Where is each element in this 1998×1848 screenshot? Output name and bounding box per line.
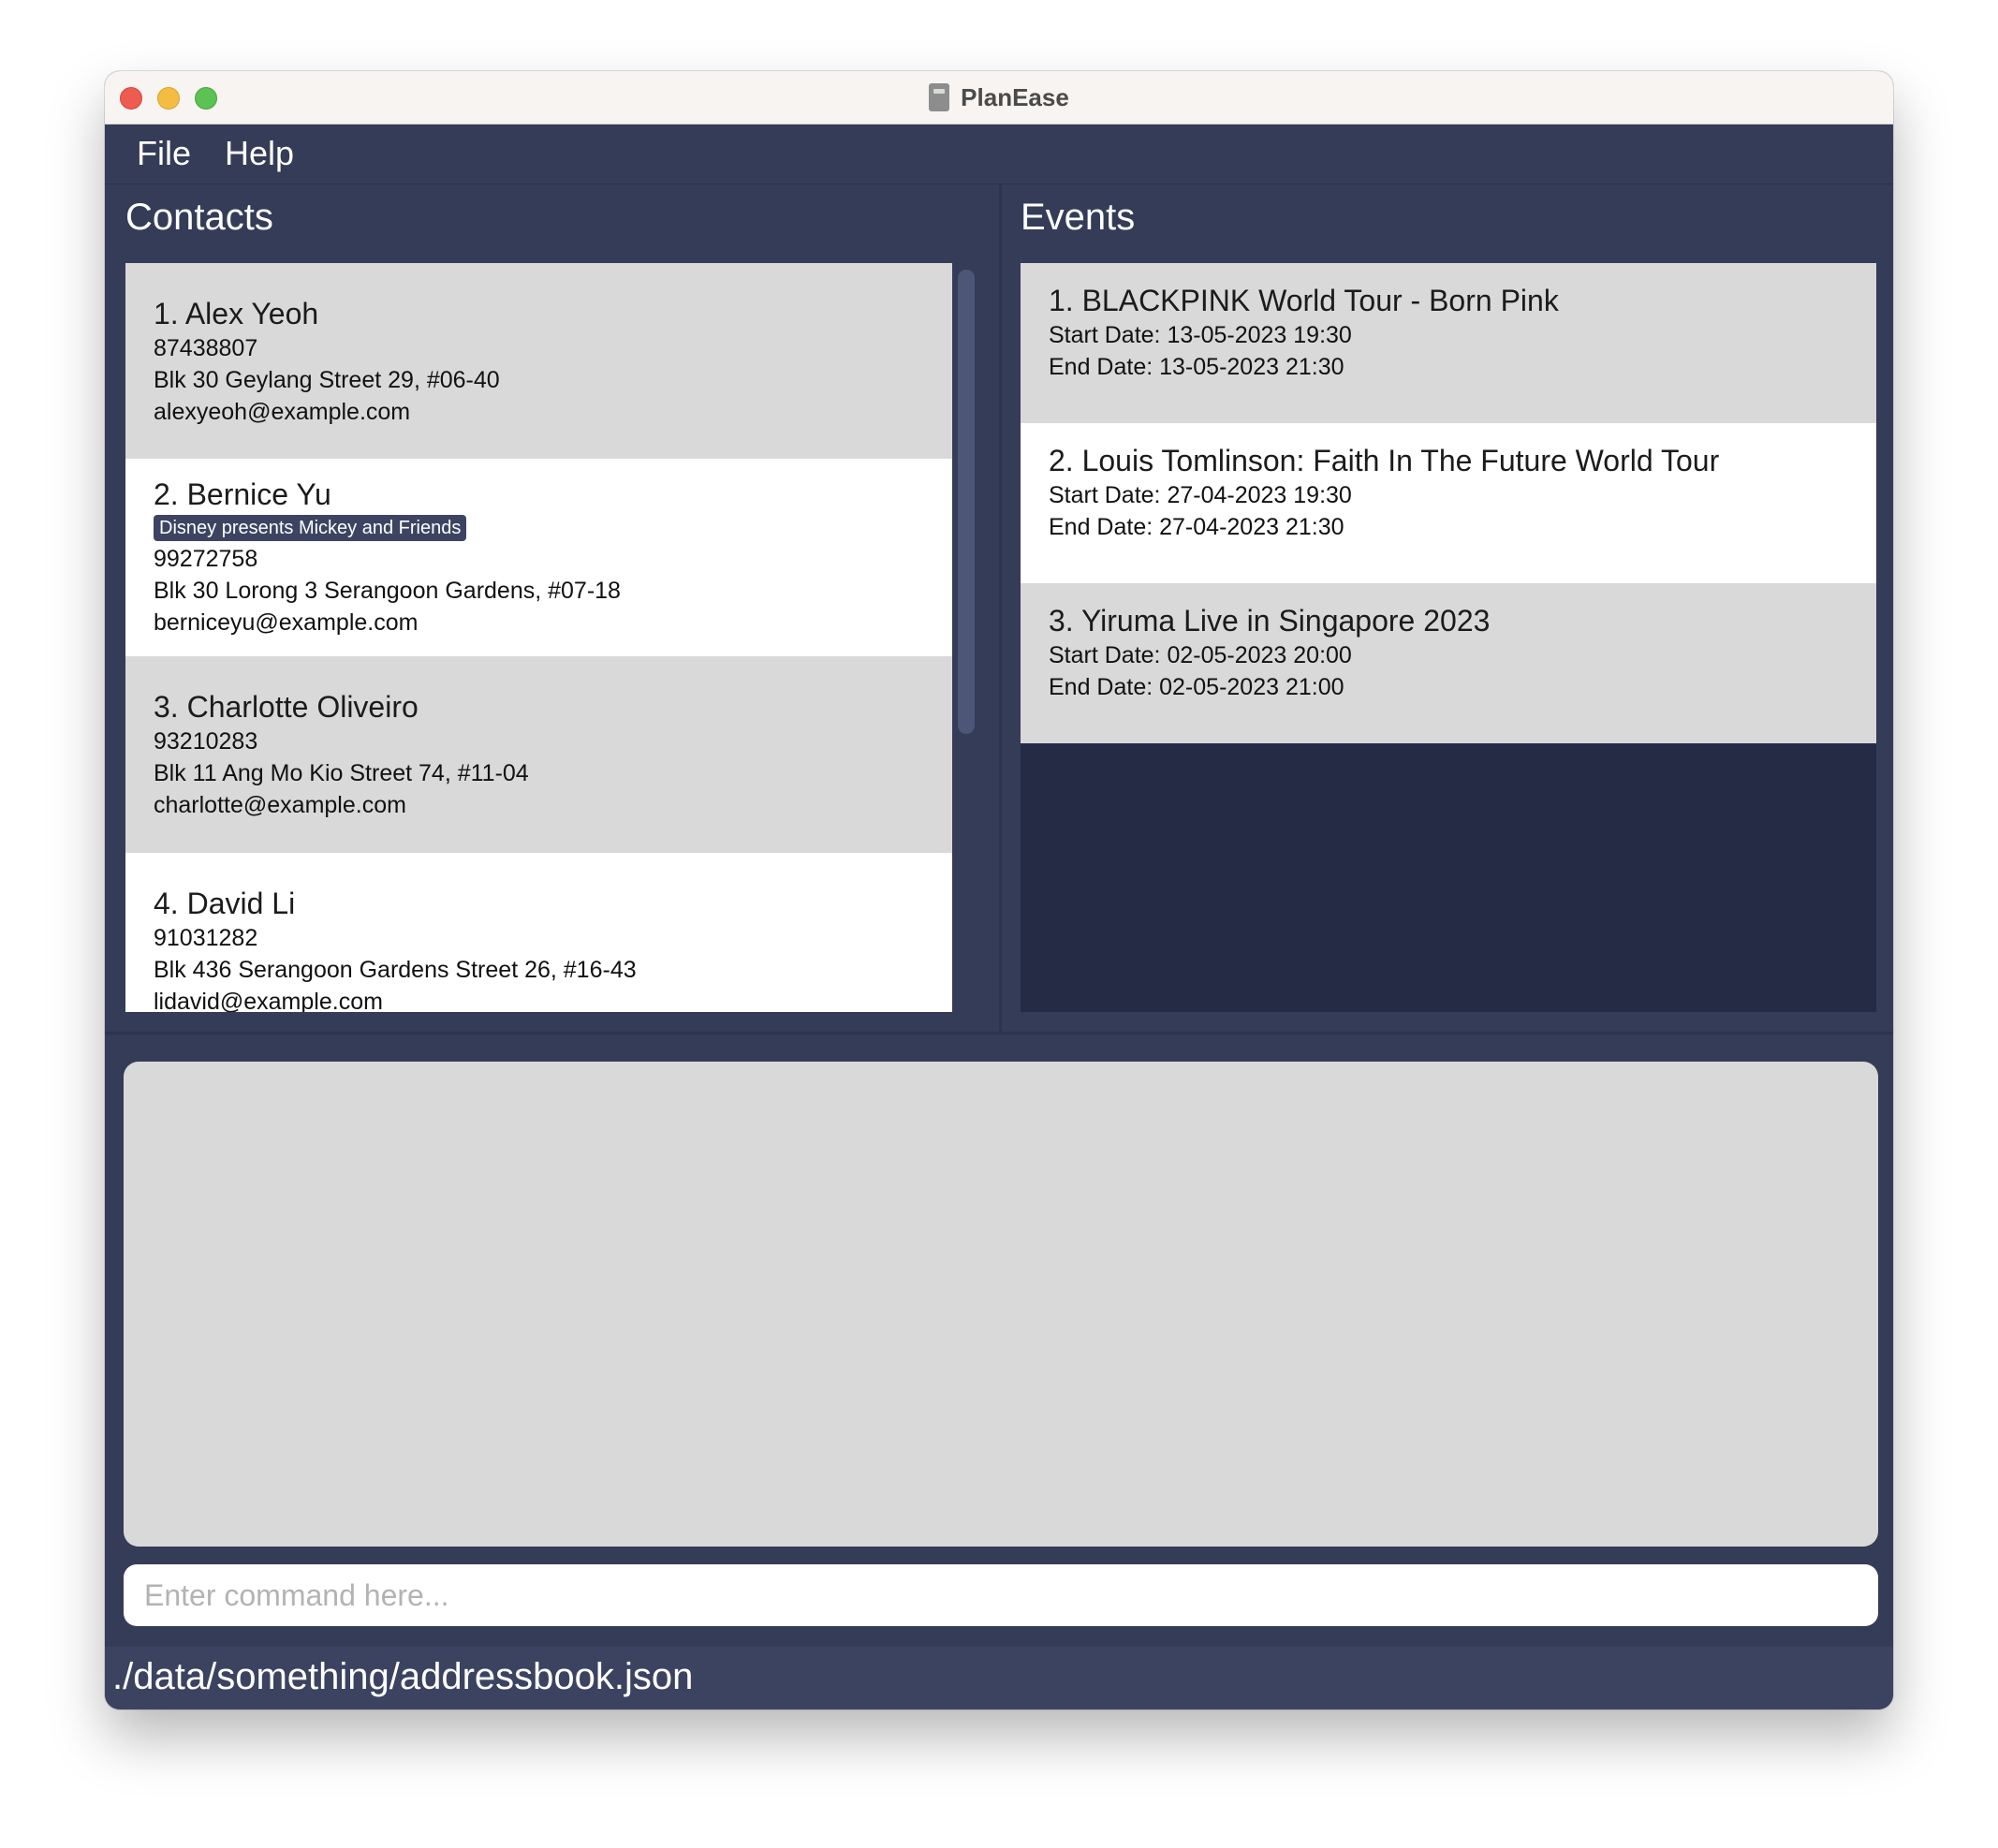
save-location-path: ./data/something/addressbook.json: [112, 1656, 694, 1697]
contact-card[interactable]: 1. Alex Yeoh 87438807 Blk 30 Geylang Str…: [125, 263, 952, 459]
window-title: PlanEase: [961, 82, 1069, 111]
contact-card[interactable]: 2. Bernice Yu Disney presents Mickey and…: [125, 459, 952, 656]
horizontal-divider: [105, 1032, 1893, 1034]
event-card[interactable]: 1. BLACKPINK World Tour - Born Pink Star…: [1021, 263, 1876, 423]
event-name: 3. Yiruma Live in Singapore 2023: [1049, 604, 1491, 638]
contact-name: 2. Bernice Yu: [154, 477, 331, 511]
window-title-group: PlanEase: [105, 71, 1893, 124]
event-card[interactable]: 3. Yiruma Live in Singapore 2023 Start D…: [1021, 583, 1876, 743]
command-input[interactable]: [124, 1564, 1878, 1626]
contact-phone: 91031282: [154, 925, 258, 951]
contact-tag: Disney presents Mickey and Friends: [154, 515, 467, 541]
status-bar: ./data/something/addressbook.json: [105, 1647, 1893, 1709]
contact-phone: 93210283: [154, 728, 258, 755]
event-end-date: End Date: 13-05-2023 21:30: [1049, 354, 1344, 380]
menu-help[interactable]: Help: [225, 134, 294, 173]
panel-divider[interactable]: [999, 184, 1002, 1032]
contact-address: Blk 30 Geylang Street 29, #06-40: [154, 367, 500, 393]
contact-phone: 99272758: [154, 546, 258, 572]
contact-address: Blk 30 Lorong 3 Serangoon Gardens, #07-1…: [154, 578, 621, 604]
notebook-icon: [929, 83, 950, 111]
event-list[interactable]: 1. BLACKPINK World Tour - Born Pink Star…: [1021, 263, 1876, 1012]
event-name: 2. Louis Tomlinson: Faith In The Future …: [1049, 444, 1720, 477]
contact-email: alexyeoh@example.com: [154, 399, 411, 425]
events-panel-title: Events: [1021, 197, 1136, 238]
contact-card[interactable]: 3. Charlotte Oliveiro 93210283 Blk 11 An…: [125, 656, 952, 853]
title-bar: PlanEase: [105, 71, 1893, 125]
contacts-panel-title: Contacts: [125, 197, 273, 238]
contact-card[interactable]: 4. David Li 91031282 Blk 436 Serangoon G…: [125, 853, 952, 1012]
event-name: 1. BLACKPINK World Tour - Born Pink: [1049, 284, 1559, 317]
contact-address: Blk 11 Ang Mo Kio Street 74, #11-04: [154, 760, 529, 786]
menu-bar: File Help: [105, 125, 1893, 184]
event-start-date: Start Date: 13-05-2023 19:30: [1049, 322, 1352, 348]
contact-list[interactable]: 1. Alex Yeoh 87438807 Blk 30 Geylang Str…: [125, 263, 952, 1012]
menu-file[interactable]: File: [137, 134, 191, 173]
event-end-date: End Date: 02-05-2023 21:00: [1049, 674, 1344, 700]
app-window: PlanEase File Help Contacts 1. Alex Yeoh…: [105, 71, 1893, 1709]
contact-email: berniceyu@example.com: [154, 609, 419, 636]
contact-name: 1. Alex Yeoh: [154, 297, 319, 330]
contact-name: 4. David Li: [154, 887, 296, 920]
event-card[interactable]: 2. Louis Tomlinson: Faith In The Future …: [1021, 423, 1876, 583]
contact-phone: 87438807: [154, 335, 258, 361]
contact-email: charlotte@example.com: [154, 792, 406, 818]
contact-email: lidavid@example.com: [154, 989, 383, 1012]
contact-address: Blk 436 Serangoon Gardens Street 26, #16…: [154, 957, 637, 983]
result-display[interactable]: [124, 1062, 1878, 1547]
event-end-date: End Date: 27-04-2023 21:30: [1049, 514, 1344, 540]
contact-list-scrollbar[interactable]: [958, 270, 975, 734]
event-start-date: Start Date: 02-05-2023 20:00: [1049, 642, 1352, 668]
event-start-date: Start Date: 27-04-2023 19:30: [1049, 482, 1352, 508]
contact-name: 3. Charlotte Oliveiro: [154, 690, 419, 724]
